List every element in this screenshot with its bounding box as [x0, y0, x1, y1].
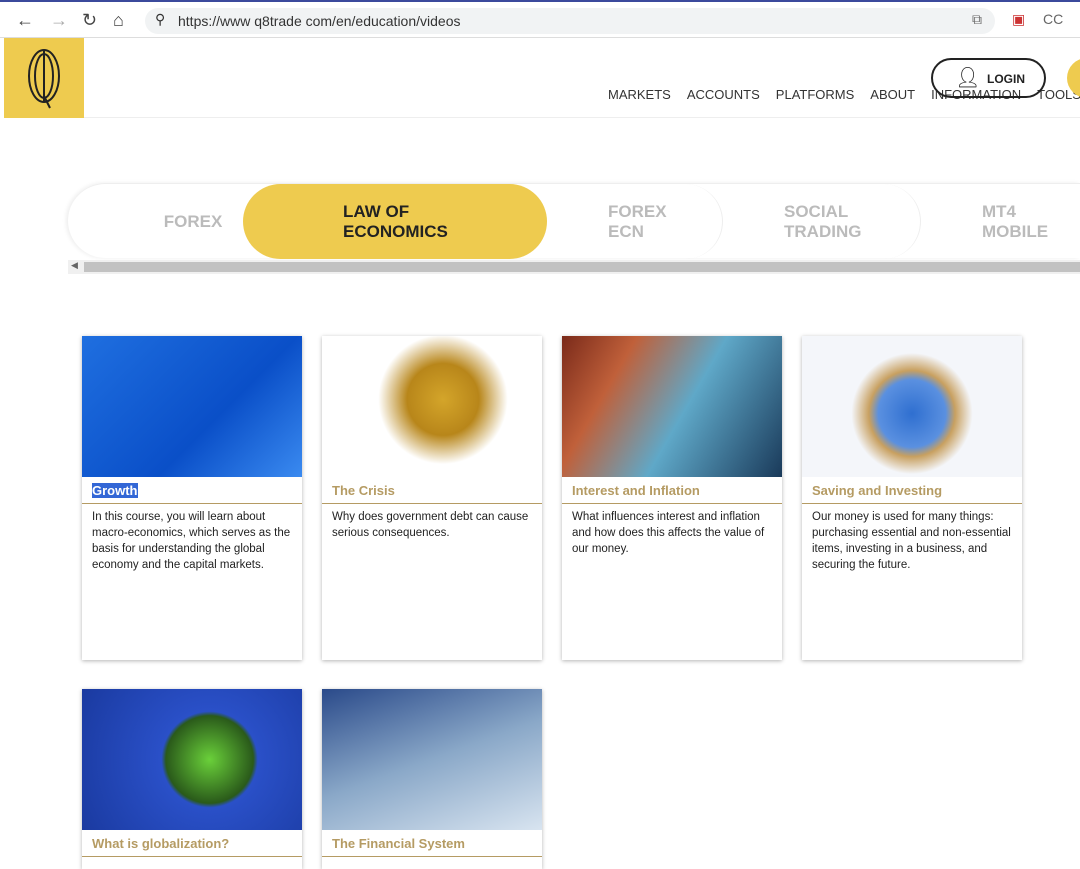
course-card[interactable]: What is globalization? [82, 689, 302, 869]
course-description: What influences interest and inflation a… [572, 511, 765, 555]
tab-label: FOREX [163, 211, 223, 231]
tab-forex-ecn[interactable]: FOREX ECN [547, 184, 723, 259]
course-title[interactable]: Growth [92, 483, 138, 498]
tabs-scrollbar[interactable]: ◀ [68, 260, 1080, 274]
course-description: Why does government debt can cause serio… [332, 511, 529, 539]
search-icon: ⚲ [155, 11, 166, 27]
nav-platforms[interactable]: PLATFORMS [776, 87, 855, 102]
tab-label: FOREX ECN [608, 201, 667, 241]
address-bar[interactable]: ⚲ https://www q8trade com/en/education/vi… [145, 8, 995, 34]
course-card[interactable]: The Crisis Why does government debt can … [322, 336, 542, 660]
home-icon[interactable]: ⌂ [113, 10, 124, 31]
course-card[interactable]: The Financial System [322, 689, 542, 869]
tab-social-trading[interactable]: SOCIAL TRADING [723, 184, 921, 259]
category-tabs: FOREX LAW OF ECONOMICS FOREX ECN SOCIAL … [68, 183, 1080, 259]
back-icon[interactable]: ← [16, 10, 34, 31]
course-card[interactable]: Growth In this course, you will learn ab… [82, 336, 302, 660]
course-image [322, 689, 542, 830]
tab-law-of-economics[interactable]: LAW OF ECONOMICS [243, 184, 547, 259]
course-card[interactable]: Saving and Investing Our money is used f… [802, 336, 1022, 660]
reload-icon[interactable]: ↻ [82, 10, 97, 31]
q-logo-icon [28, 49, 60, 109]
course-image [82, 336, 302, 477]
extension-icon[interactable]: ▣ [1012, 11, 1025, 28]
site-header: MARKETS ACCOUNTS PLATFORMS ABOUT INFORMA… [4, 38, 1080, 118]
logo[interactable] [4, 38, 84, 118]
nav-markets[interactable]: MARKETS [608, 87, 671, 102]
login-label: LOGIN [987, 72, 1025, 86]
tab-label: MT4 MOBILE [982, 201, 1049, 241]
course-image [322, 336, 542, 477]
url-text: https://www q8trade com/en/education/vid… [178, 13, 461, 29]
course-title[interactable]: Saving and Investing [802, 477, 1022, 504]
course-description: In this course, you will learn about mac… [92, 511, 291, 571]
cc-extension[interactable]: CC [1043, 11, 1063, 27]
course-image [82, 689, 302, 830]
browser-toolbar: ← → ↻ ⌂ ⚲ https://www q8trade com/en/educ… [0, 0, 1080, 38]
nav-accounts[interactable]: ACCOUNTS [687, 87, 760, 102]
login-button[interactable]: 👤︎ LOGIN [931, 58, 1046, 98]
scrollbar-thumb[interactable] [84, 262, 1080, 272]
course-title[interactable]: The Crisis [322, 477, 542, 504]
course-description: Our money is used for many things: purch… [812, 511, 1011, 571]
scroll-left-icon[interactable]: ◀ [71, 260, 78, 271]
course-title[interactable]: Interest and Inflation [562, 477, 782, 504]
translate-icon[interactable]: ⧉ [972, 11, 982, 28]
tab-label: SOCIAL TRADING [784, 201, 862, 241]
course-image [562, 336, 782, 477]
user-icon: 👤︎ [955, 67, 981, 89]
course-title[interactable]: What is globalization? [82, 830, 302, 857]
forward-icon[interactable]: → [50, 10, 68, 31]
course-image [802, 336, 1022, 477]
course-title[interactable]: The Financial System [322, 830, 542, 857]
tab-label: LAW OF ECONOMICS [343, 201, 448, 241]
course-card[interactable]: Interest and Inflation What influences i… [562, 336, 782, 660]
nav-about[interactable]: ABOUT [870, 87, 915, 102]
tab-mt4-mobile[interactable]: MT4 MOBILE [921, 184, 1080, 259]
